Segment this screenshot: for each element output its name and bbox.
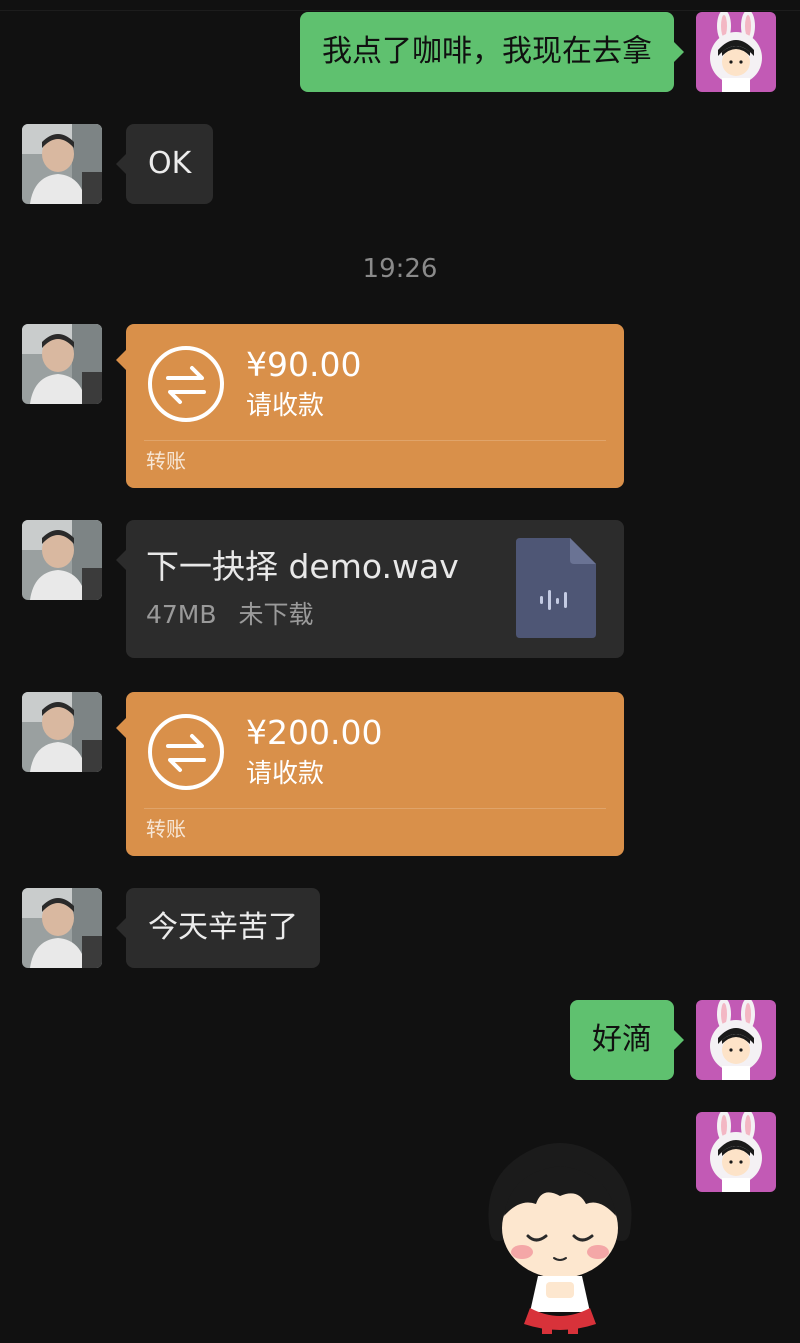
message-bubble-outgoing[interactable]: 我点了咖啡，我现在去拿 [300,12,684,92]
file-card[interactable]: 下一抉择 demo.wav 47MB 未下载 [116,520,624,658]
transfer-status: 请收款 [246,759,325,789]
message-bubble-outgoing[interactable]: 好滴 [570,1000,684,1080]
bubble-tail [674,42,684,62]
transfer-amount: ¥90.00 [246,345,362,384]
message-row-transfer-1: ¥90.00 请收款 转账 [0,324,800,488]
maruko-avatar-image [696,12,776,92]
transfer-divider [144,440,606,441]
contact-avatar[interactable] [22,520,102,600]
maruko-avatar-image [696,1000,776,1080]
contact-avatar[interactable] [22,888,102,968]
self-avatar[interactable] [696,1112,776,1192]
contact-photo-image [22,888,102,968]
top-divider [0,10,800,11]
message-row-incoming-1: OK [0,124,800,206]
self-avatar[interactable] [696,1000,776,1080]
contact-photo-image [22,520,102,600]
file-name: 下一抉择 demo.wav [146,547,459,586]
file-size: 47MB [146,600,217,629]
message-row-sticker [0,1112,800,1343]
bubble-tail [116,918,126,938]
contact-photo-image [22,692,102,772]
bubble-tail [116,350,126,370]
maruko-bowing-sticker[interactable] [480,1132,640,1337]
contact-avatar[interactable] [22,124,102,204]
contact-photo-image [22,324,102,404]
transfer-card[interactable]: ¥90.00 请收款 转账 [116,324,624,488]
message-bubble-incoming[interactable]: OK [116,124,214,204]
message-row-outgoing-2: 好滴 [0,1000,800,1082]
transfer-divider [144,808,606,809]
message-row-outgoing-1: 我点了咖啡，我现在去拿 [0,12,800,94]
file-download-status: 未下载 [238,600,314,629]
transfer-label: 转账 [146,817,186,841]
transfer-arrows-icon [148,714,224,790]
message-row-incoming-2: 今天辛苦了 [0,888,800,970]
contact-photo-image [22,124,102,204]
self-avatar[interactable] [696,12,776,92]
message-text: 今天辛苦了 [148,910,298,945]
transfer-amount: ¥200.00 [246,713,383,752]
transfer-arrows-icon [148,346,224,422]
message-row-file: 下一抉择 demo.wav 47MB 未下载 [0,520,800,658]
message-text: 我点了咖啡，我现在去拿 [322,34,652,69]
bubble-tail [674,1030,684,1050]
transfer-card[interactable]: ¥200.00 请收款 转账 [116,692,624,856]
bubble-tail [116,718,126,738]
transfer-status: 请收款 [246,391,325,421]
message-row-transfer-2: ¥200.00 请收款 转账 [0,692,800,856]
contact-avatar[interactable] [22,324,102,404]
message-text: 好滴 [592,1022,652,1057]
transfer-label: 转账 [146,449,186,473]
file-meta: 47MB 未下载 [146,598,328,632]
message-text: OK [148,146,192,181]
bubble-tail [116,550,126,570]
bubble-tail [116,154,126,174]
contact-avatar[interactable] [22,692,102,772]
audio-file-icon [516,538,596,638]
message-timestamp: 19:26 [362,254,438,284]
message-bubble-incoming[interactable]: 今天辛苦了 [116,888,320,968]
maruko-avatar-image [696,1112,776,1192]
